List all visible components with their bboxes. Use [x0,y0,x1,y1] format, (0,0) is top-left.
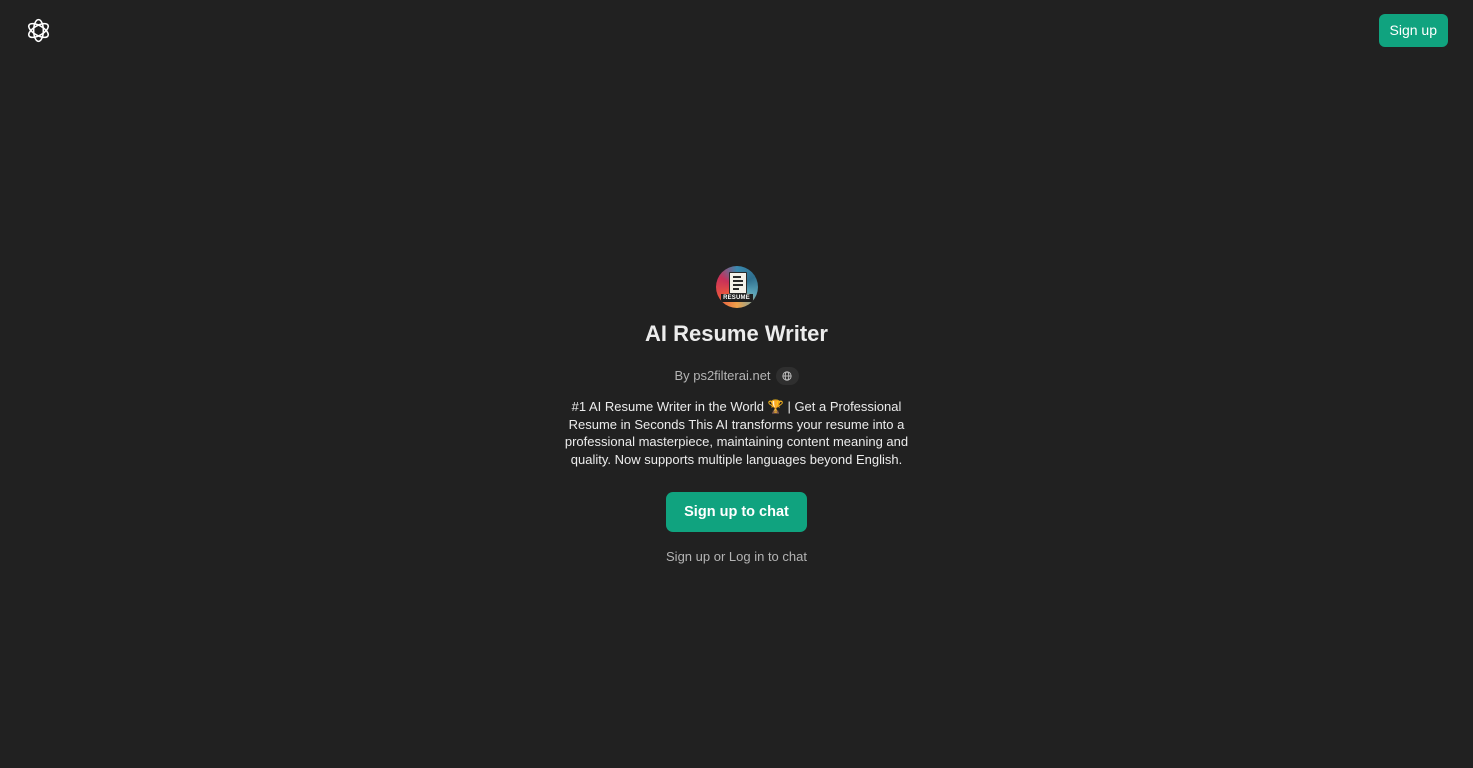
gpt-profile: RESUME AI Resume Writer By ps2filterai.n… [0,266,1473,565]
resume-avatar-icon: RESUME [715,266,758,308]
auth-prompt: Sign up or Log in to chat [666,548,807,565]
document-icon [728,272,747,294]
separator-text: or [710,549,729,565]
page: Sign up RESUME AI Resume Writer By ps2fi… [0,0,1473,768]
signup-link[interactable]: Sign up [666,549,710,564]
author-byline: By ps2filterai.net [674,367,799,385]
signup-button[interactable]: Sign up [1378,14,1448,47]
website-link[interactable] [775,367,799,385]
login-link[interactable]: Log in [729,549,764,564]
gpt-title: AI Resume Writer [645,321,828,346]
author-name: By ps2filterai.net [674,368,771,383]
gpt-description: #1 AI Resume Writer in the World 🏆 | Get… [564,399,909,467]
suffix-text: to chat [764,549,807,565]
avatar-label: RESUME [720,294,753,302]
openai-logo-icon[interactable] [24,16,53,45]
globe-icon [782,371,792,381]
signup-to-chat-button[interactable]: Sign up to chat [666,492,807,533]
